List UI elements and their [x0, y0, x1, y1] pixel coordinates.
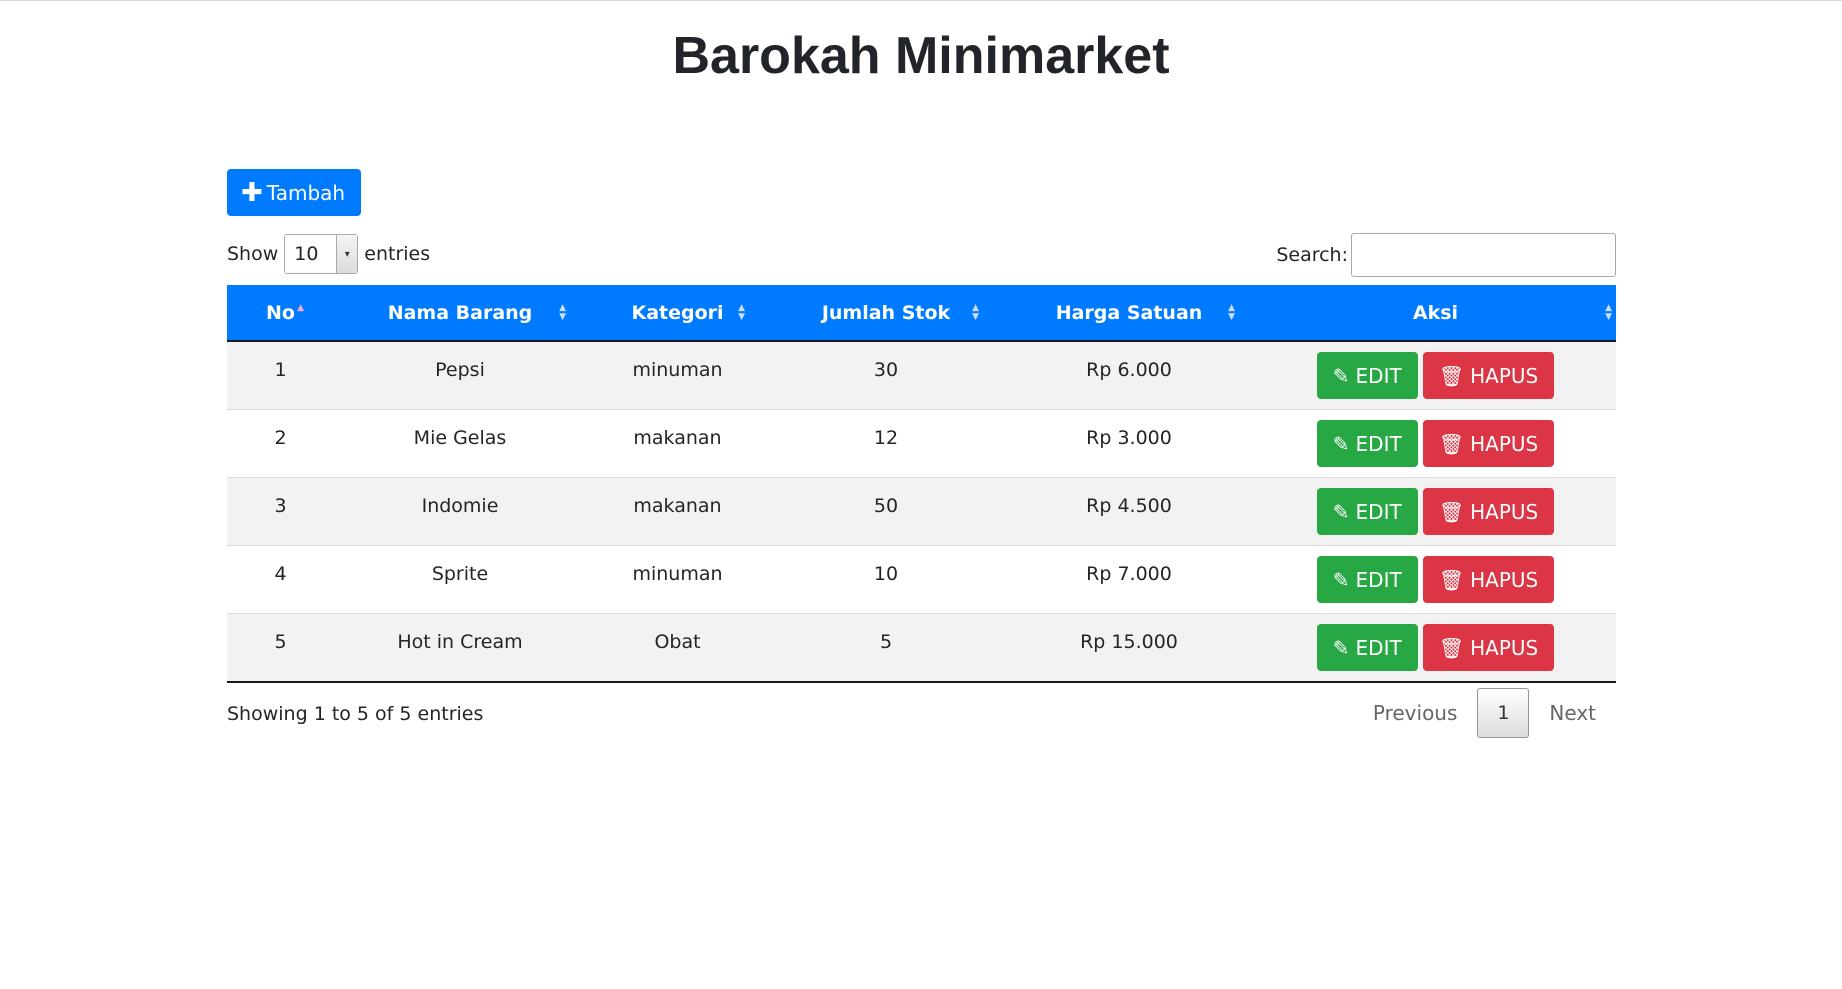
cell-no: 4 [227, 545, 334, 614]
table-row: 5 Hot in Cream Obat 5 Rp 15.000 ✎ EDIT 🗑 H… [227, 613, 1616, 683]
add-button-label: Tambah [266, 180, 346, 205]
show-label: Show [227, 243, 279, 265]
cell-nama-barang: Pepsi [334, 340, 586, 410]
pencil-icon: ✎ [1332, 431, 1350, 456]
delete-button[interactable]: 🗑 HAPUS [1422, 352, 1555, 399]
entries-length-control: Show 10 ▾ entries [227, 233, 430, 275]
entries-select-value: 10 [294, 243, 319, 265]
trash-icon: 🗑 [1438, 431, 1465, 456]
edit-button[interactable]: ✎ EDIT [1316, 556, 1418, 603]
top-border [0, 0, 1842, 1]
plus-icon: ✚ [241, 177, 263, 208]
column-header-nama-barang[interactable]: Nama Barang ▲ ▼ [334, 285, 586, 342]
delete-button[interactable]: 🗑 HAPUS [1422, 624, 1555, 671]
row-actions: ✎ EDIT 🗑 HAPUS [1316, 556, 1555, 603]
sort-icon: ▲▼ [297, 302, 304, 313]
trash-icon: 🗑 [1438, 499, 1465, 524]
sort-icon: ▲▼ [1605, 302, 1612, 322]
row-actions: ✎ EDIT 🗑 HAPUS [1316, 420, 1555, 467]
cell-aksi: ✎ EDIT 🗑 HAPUS [1255, 409, 1616, 478]
sort-icon: ▲▼ [972, 302, 979, 322]
pencil-icon: ✎ [1332, 635, 1350, 660]
table-row: 1 Pepsi minuman 30 Rp 6.000 ✎ EDIT 🗑 HAPUS [227, 340, 1616, 410]
cell-kategori: makanan [586, 409, 769, 478]
page-title: Barokah Minimarket [672, 27, 1170, 85]
cell-aksi: ✎ EDIT 🗑 HAPUS [1255, 477, 1616, 546]
column-header-no[interactable]: No ▲▼ [227, 285, 334, 342]
search-control: Search: [1276, 233, 1616, 277]
table-row: 2 Mie Gelas makanan 12 Rp 3.000 ✎ EDIT 🗑 H… [227, 409, 1616, 478]
trash-icon: 🗑 [1438, 635, 1465, 660]
cell-jumlah-stok: 30 [769, 340, 1003, 410]
table-row: 3 Indomie makanan 50 Rp 4.500 ✎ EDIT 🗑 HAP… [227, 477, 1616, 546]
entries-label: entries [364, 243, 431, 265]
cell-kategori: makanan [586, 477, 769, 546]
table-info: Showing 1 to 5 of 5 entries [227, 703, 484, 725]
pencil-icon: ✎ [1332, 567, 1350, 592]
cell-no: 1 [227, 340, 334, 410]
trash-icon: 🗑 [1438, 567, 1465, 592]
cell-aksi: ✎ EDIT 🗑 HAPUS [1255, 545, 1616, 614]
chevron-down-icon[interactable]: ▾ [336, 235, 358, 273]
column-header-kategori[interactable]: Kategori ▲ ▼ [586, 285, 769, 342]
main-container: ✚ Tambah Show 10 ▾ entries Search: No ▲▼ [227, 169, 1616, 739]
delete-button[interactable]: 🗑 HAPUS [1422, 488, 1555, 535]
cell-jumlah-stok: 10 [769, 545, 1003, 614]
trash-icon: 🗑 [1438, 363, 1465, 388]
row-actions: ✎ EDIT 🗑 HAPUS [1316, 488, 1555, 535]
cell-harga-satuan: Rp 15.000 [1003, 613, 1255, 683]
row-actions: ✎ EDIT 🗑 HAPUS [1316, 352, 1555, 399]
cell-kategori: minuman [586, 545, 769, 614]
items-table: No ▲▼ Nama Barang ▲▼ Kategori ▲▼ Jumlah … [227, 285, 1616, 683]
next-button[interactable]: Next [1529, 701, 1616, 725]
pagination: Previous 1 Next [1353, 688, 1616, 738]
edit-button[interactable]: ✎ EDIT [1316, 352, 1418, 399]
sort-icon: ▲▼ [738, 302, 745, 322]
column-header-aksi[interactable]: Aksi ▲ ▼ [1255, 285, 1616, 342]
cell-nama-barang: Mie Gelas [334, 409, 586, 478]
delete-button[interactable]: 🗑 HAPUS [1422, 556, 1555, 603]
search-input[interactable] [1351, 233, 1616, 277]
edit-button[interactable]: ✎ EDIT [1316, 420, 1418, 467]
pencil-icon: ✎ [1332, 363, 1350, 388]
table-controls: Show 10 ▾ entries Search: [227, 233, 1616, 285]
table-row: 4 Sprite minuman 10 Rp 7.000 ✎ EDIT 🗑 HAPU… [227, 545, 1616, 614]
cell-kategori: minuman [586, 340, 769, 410]
cell-jumlah-stok: 50 [769, 477, 1003, 546]
delete-button[interactable]: 🗑 HAPUS [1422, 420, 1555, 467]
cell-nama-barang: Indomie [334, 477, 586, 546]
search-label: Search: [1276, 244, 1348, 266]
cell-harga-satuan: Rp 3.000 [1003, 409, 1255, 478]
column-header-jumlah-stok[interactable]: Jumlah Stok ▲ ▼ [769, 285, 1003, 342]
cell-harga-satuan: Rp 4.500 [1003, 477, 1255, 546]
cell-jumlah-stok: 5 [769, 613, 1003, 683]
cell-jumlah-stok: 12 [769, 409, 1003, 478]
cell-harga-satuan: Rp 6.000 [1003, 340, 1255, 410]
pencil-icon: ✎ [1332, 499, 1350, 524]
edit-button[interactable]: ✎ EDIT [1316, 488, 1418, 535]
previous-button[interactable]: Previous [1353, 701, 1478, 725]
cell-no: 3 [227, 477, 334, 546]
sort-icon: ▲▼ [559, 302, 566, 322]
page-button-current[interactable]: 1 [1477, 688, 1530, 738]
cell-nama-barang: Hot in Cream [334, 613, 586, 683]
add-button[interactable]: ✚ Tambah [227, 169, 362, 216]
table-footer: Showing 1 to 5 of 5 entries Previous 1 N… [227, 683, 1616, 739]
sort-icon: ▲▼ [1228, 302, 1235, 322]
edit-button[interactable]: ✎ EDIT [1316, 624, 1418, 671]
cell-kategori: Obat [586, 613, 769, 683]
entries-select[interactable]: 10 ▾ [284, 234, 359, 274]
cell-aksi: ✎ EDIT 🗑 HAPUS [1255, 613, 1616, 683]
table-header-row: No ▲▼ Nama Barang ▲▼ Kategori ▲▼ Jumlah … [227, 285, 1616, 342]
cell-no: 5 [227, 613, 334, 683]
cell-no: 2 [227, 409, 334, 478]
cell-harga-satuan: Rp 7.000 [1003, 545, 1255, 614]
cell-aksi: ✎ EDIT 🗑 HAPUS [1255, 340, 1616, 410]
column-header-harga-satuan[interactable]: Harga Satuan ▲ ▼ [1003, 285, 1255, 342]
row-actions: ✎ EDIT 🗑 HAPUS [1316, 624, 1555, 671]
cell-nama-barang: Sprite [334, 545, 586, 614]
